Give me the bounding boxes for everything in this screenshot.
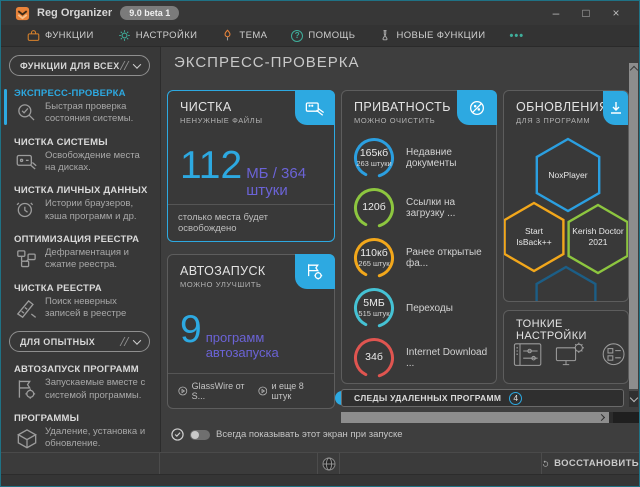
menu-settings[interactable]: НАСТРОЙКИ <box>118 29 198 42</box>
history-clock-icon <box>14 198 40 222</box>
sidebar-item-express-check[interactable]: ЭКСПРЕСС-ПРОВЕРКА Быстрая проверка состо… <box>1 88 160 126</box>
app-logo-icon <box>15 6 30 21</box>
privacy-row-jumps[interactable]: 5МБ515 штук Переходы <box>352 286 488 330</box>
sidebar-item-registry-optimization[interactable]: ОПТИМИЗАЦИЯ РЕЕСТРА Дефрагментация и сжа… <box>1 234 160 272</box>
circle-blocks-icon <box>596 337 628 373</box>
autorun-tab-icon <box>295 254 335 289</box>
chevron-down-icon <box>133 60 141 68</box>
vertical-scrollbar[interactable] <box>629 63 638 407</box>
disk-cleanup-icon <box>14 150 40 174</box>
magnifier-check-icon <box>14 101 40 125</box>
app-title: Reg Organizer <box>37 7 112 19</box>
traces-count-badge: 4 <box>509 392 522 405</box>
sidebar: ФУНКЦИИ ДЛЯ ВСЕХ ЭКСПРЕСС-ПРОВЕРКА Быстр… <box>1 47 161 453</box>
titlebar: Reg Organizer 9.0 beta 1 – □ × <box>1 1 639 25</box>
minimize-button[interactable]: – <box>541 2 571 24</box>
page-title: ЭКСПРЕСС-ПРОВЕРКА <box>174 54 360 71</box>
privacy-row-download-links[interactable]: 120б Ссылки на загрузку ... <box>352 186 488 230</box>
toolbox-icon <box>27 29 40 42</box>
help-icon: ? <box>291 30 303 42</box>
sidebar-item-registry-cleanup[interactable]: ЧИСТКА РЕЕСТРА Поиск неверных записей в … <box>1 283 160 321</box>
scroll-down-button[interactable] <box>629 391 638 407</box>
stat-ring: 34б <box>352 336 396 380</box>
cleanup-tab-icon <box>295 90 335 125</box>
stat-ring: 165кб263 штуки <box>352 136 396 180</box>
autorun-count-suffix: программ автозапуска <box>206 330 334 360</box>
globe-icon <box>322 457 336 471</box>
sidebar-group-advanced[interactable]: ДЛЯ ОПЫТНЫХ <box>9 331 150 352</box>
check-circle-icon <box>171 428 184 441</box>
statusbar: ВОССТАНОВИТЬ <box>1 452 639 474</box>
privacy-card[interactable]: ПРИВАТНОСТЬ МОЖНО ОЧИСТИТЬ 165кб263 штук… <box>341 90 497 384</box>
updates-hexagons: NoxPlayer Start IsBack++ Kerish Doctor 2… <box>504 125 628 301</box>
play-circle-icon <box>178 386 188 396</box>
sliders-panel-icon <box>512 337 544 373</box>
menu-functions[interactable]: ФУНКЦИИ <box>27 29 94 42</box>
version-badge: 9.0 beta 1 <box>120 6 179 20</box>
close-button[interactable]: × <box>601 2 631 24</box>
cleanup-size-value: 112 <box>180 146 242 185</box>
fine-tuning-card[interactable]: ТОНКИЕ НАСТРОЙКИ <box>503 310 629 384</box>
software-box-icon <box>14 426 40 450</box>
chevron-down-icon <box>133 336 141 344</box>
menu-more[interactable]: ••• <box>510 30 525 42</box>
updates-tab-icon <box>603 90 629 125</box>
app-window: Reg Organizer 9.0 beta 1 – □ × ФУНКЦИИ Н… <box>0 0 640 487</box>
deleted-traces-bar[interactable]: СЛЕДЫ УДАЛЕННЫХ ПРОГРАММ 4 <box>341 389 624 407</box>
ruler-pencil-icon <box>14 296 40 320</box>
hex-label[interactable]: NoxPlayer <box>540 161 596 189</box>
globe-button[interactable] <box>318 453 340 474</box>
status-segment-right <box>340 453 542 474</box>
stat-ring: 5МБ515 штук <box>352 286 396 330</box>
menu-theme[interactable]: ТЕМА <box>221 29 267 42</box>
autorun-footer-more[interactable]: и еще 8 штук <box>258 381 324 401</box>
cleanup-footer: столько места будет освобождено <box>168 204 334 241</box>
sidebar-item-system-cleanup[interactable]: ЧИСТКА СИСТЕМЫ Освобождение места на дис… <box>1 137 160 175</box>
sidebar-group-all[interactable]: ФУНКЦИИ ДЛЯ ВСЕХ <box>9 55 150 76</box>
status-segment-middle <box>160 453 318 474</box>
privacy-row-recent-docs[interactable]: 165кб263 штуки Недавние документы <box>352 136 488 180</box>
privacy-row-opened-files[interactable]: 110кб265 штук Ранее открытые фа... <box>352 236 488 280</box>
flag-gear-icon <box>14 377 40 401</box>
sidebar-item-programs[interactable]: ПРОГРАММЫ Удаление, установка и обновлен… <box>1 413 160 451</box>
hex-label[interactable]: Start IsBack++ <box>508 223 560 251</box>
startup-toggle-switch[interactable] <box>190 430 210 440</box>
gear-icon <box>118 29 131 42</box>
hex-label[interactable]: Kerish Doctor 2021 <box>572 217 624 257</box>
bottom-strip <box>1 474 639 486</box>
play-circle-icon <box>258 386 268 396</box>
stat-ring: 120б <box>352 186 396 230</box>
maximize-button[interactable]: □ <box>571 2 601 24</box>
horizontal-scroll-thumb[interactable] <box>341 412 609 423</box>
privacy-row-idm[interactable]: 34б Internet Download ... <box>352 336 488 380</box>
sidebar-item-private-data[interactable]: ЧИСТКА ЛИЧНЫХ ДАННЫХ Истории браузеров, … <box>1 185 160 223</box>
cleanup-card[interactable]: ЧИСТКА НЕНУЖНЫЕ ФАЙЛЫ 112 МБ / 364 штуки… <box>167 90 335 242</box>
menu-new-features[interactable]: НОВЫЕ ФУНКЦИИ <box>379 29 485 42</box>
startup-toggle-row[interactable]: Всегда показывать этот экран при запуске <box>171 428 402 441</box>
restore-button[interactable]: ВОССТАНОВИТЬ <box>542 453 639 474</box>
monitor-gear-icon <box>554 337 586 373</box>
stat-ring: 110кб265 штук <box>352 236 396 280</box>
updates-card[interactable]: ОБНОВЛЕНИЯ ДЛЯ 3 ПРОГРАММ NoxPlayer Star… <box>503 90 629 302</box>
horizontal-scrollbar[interactable] <box>341 412 639 423</box>
registry-blocks-icon <box>14 247 40 271</box>
scroll-corner <box>613 412 639 423</box>
privacy-tab-icon <box>457 90 497 125</box>
autorun-footer-item[interactable]: GlassWire от S... <box>178 381 258 401</box>
flask-icon <box>379 29 391 42</box>
theme-icon <box>221 29 234 42</box>
menu-help[interactable]: ? ПОМОЩЬ <box>291 30 355 42</box>
vertical-scroll-thumb[interactable] <box>629 63 638 389</box>
menubar: ФУНКЦИИ НАСТРОЙКИ ТЕМА ? ПОМОЩЬ НОВЫЕ ФУ… <box>1 25 639 47</box>
autorun-count-value: 9 <box>180 310 202 349</box>
cleanup-size-suffix: МБ / 364 штуки <box>246 165 334 199</box>
status-segment-left <box>1 453 160 474</box>
sidebar-item-autorun[interactable]: АВТОЗАПУСК ПРОГРАММ Запускаемые вместе с… <box>1 364 160 402</box>
main-content: ЭКСПРЕСС-ПРОВЕРКА ЧИСТКА НЕНУЖНЫЕ ФАЙЛЫ … <box>161 47 639 453</box>
autorun-card[interactable]: АВТОЗАПУСК МОЖНО УЛУЧШИТЬ 9 программ авт… <box>167 254 335 409</box>
restore-history-icon <box>542 458 549 470</box>
